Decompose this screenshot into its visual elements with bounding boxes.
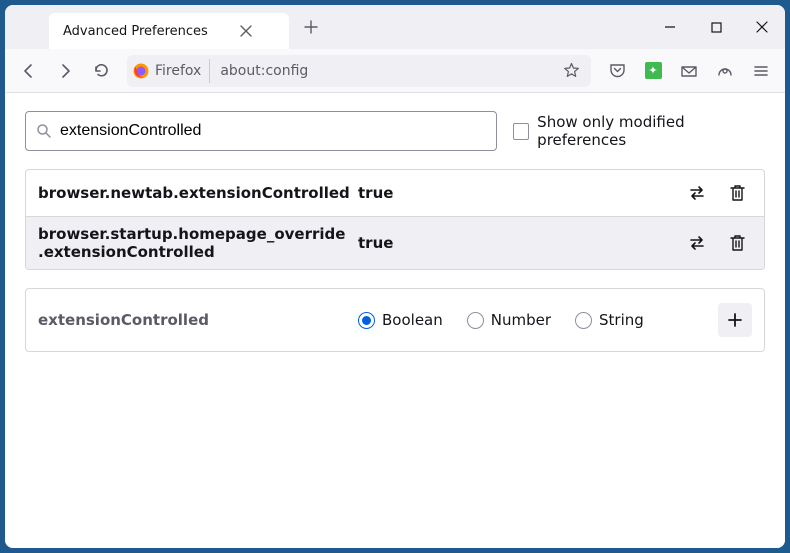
extension-icon[interactable]: ✦ [637,55,669,87]
checkbox-label: Show only modified preferences [537,113,765,149]
row-actions [682,178,752,208]
search-icon [36,123,52,139]
window-controls [647,5,785,49]
radio-label: String [599,311,644,329]
preferences-table: browser.newtab.extensionControlled true … [25,169,765,270]
maximize-button[interactable] [693,5,739,49]
search-input[interactable] [60,122,486,140]
type-number[interactable]: Number [467,311,551,329]
pref-name: browser.startup.homepage_override.extens… [38,225,358,261]
bookmark-star-icon[interactable] [557,55,585,87]
type-string[interactable]: String [575,311,644,329]
nav-toolbar: Firefox about:config ✦ [5,49,785,93]
radio-icon [358,312,375,329]
tab-active[interactable]: Advanced Preferences [49,13,289,49]
radio-icon [575,312,592,329]
search-row: Show only modified preferences [25,111,765,151]
firefox-icon [133,63,149,79]
app-menu-button[interactable] [745,55,777,87]
account-icon[interactable] [709,55,741,87]
radio-icon [467,312,484,329]
pocket-icon[interactable] [601,55,633,87]
radio-label: Number [491,311,551,329]
identity-box[interactable]: Firefox [133,59,210,83]
modified-only-checkbox[interactable]: Show only modified preferences [513,113,765,149]
new-pref-name: extensionControlled [38,311,358,329]
pref-value: true [358,184,682,202]
delete-button[interactable] [722,228,752,258]
toggle-button[interactable] [682,178,712,208]
inbox-icon[interactable] [673,55,705,87]
pref-row[interactable]: browser.newtab.extensionControlled true [26,170,764,217]
minimize-button[interactable] [647,5,693,49]
close-tab-icon[interactable] [234,19,258,43]
toggle-button[interactable] [682,228,712,258]
delete-button[interactable] [722,178,752,208]
reload-button[interactable] [85,55,117,87]
forward-button[interactable] [49,55,81,87]
close-window-button[interactable] [739,5,785,49]
type-radio-group: Boolean Number String [358,311,718,329]
browser-window: Advanced Preferences [5,5,785,548]
row-actions [682,228,752,258]
new-tab-button[interactable] [295,11,327,43]
pref-value: true [358,234,682,252]
url-text[interactable]: about:config [214,63,553,79]
tab-title: Advanced Preferences [63,24,208,39]
preference-search-box[interactable] [25,111,497,151]
url-bar[interactable]: Firefox about:config [127,55,591,87]
back-button[interactable] [13,55,45,87]
about-config-content: Show only modified preferences browser.n… [5,93,785,548]
pref-name: browser.newtab.extensionControlled [38,184,358,202]
checkbox-icon [513,123,529,140]
pref-row[interactable]: browser.startup.homepage_override.extens… [26,217,764,269]
radio-label: Boolean [382,311,443,329]
type-boolean[interactable]: Boolean [358,311,443,329]
add-pref-row: extensionControlled Boolean Number Strin… [25,288,765,352]
identity-label: Firefox [155,63,201,79]
titlebar: Advanced Preferences [5,5,785,49]
add-pref-button[interactable] [718,303,752,337]
